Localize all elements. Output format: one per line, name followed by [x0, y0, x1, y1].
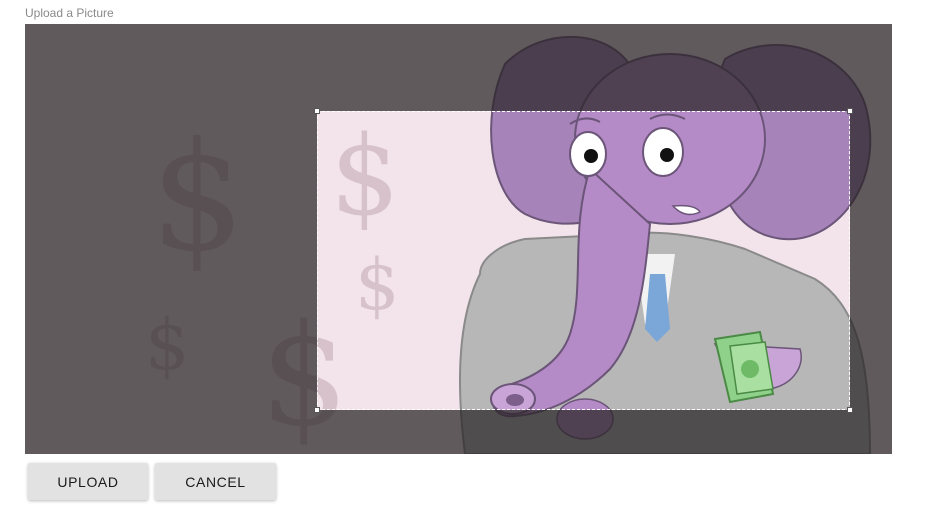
crop-mask-right — [850, 111, 892, 410]
crop-handle-top-right[interactable] — [847, 108, 853, 114]
crop-mask-top — [25, 24, 892, 111]
image-cropper[interactable]: $ $ $ $ $ — [25, 24, 892, 454]
cancel-button[interactable]: CANCEL — [155, 463, 276, 500]
crop-mask-left — [25, 111, 317, 410]
crop-handle-top-left[interactable] — [314, 108, 320, 114]
upload-button[interactable]: UPLOAD — [28, 463, 148, 500]
crop-handle-bottom-left[interactable] — [314, 407, 320, 413]
upload-picture-label: Upload a Picture — [25, 6, 114, 20]
upload-picture-page: Upload a Picture $ $ $ $ $ — [0, 0, 927, 517]
crop-handle-bottom-right[interactable] — [847, 407, 853, 413]
crop-selection-box[interactable] — [314, 108, 853, 413]
crop-mask-bottom — [25, 410, 892, 454]
